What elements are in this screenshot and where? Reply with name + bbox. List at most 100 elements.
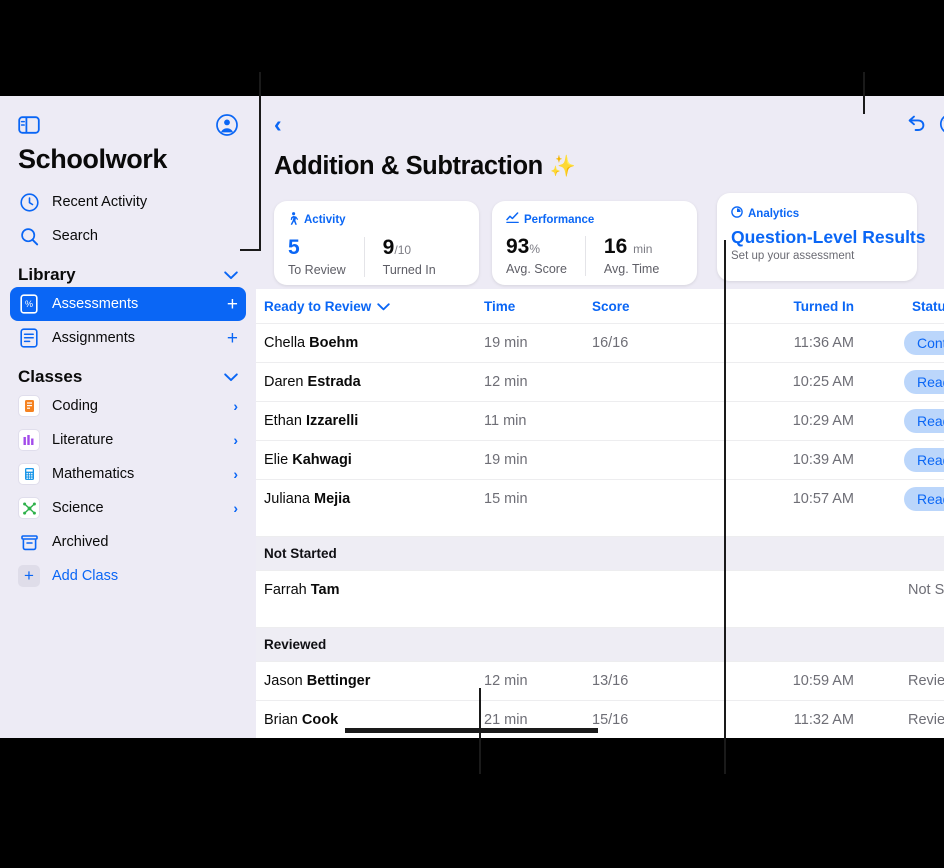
sidebar-item-literature[interactable]: Literature ›: [10, 423, 246, 457]
table-row[interactable]: Farrah Tam Not Started: [256, 570, 944, 609]
filter-icon[interactable]: [933, 107, 944, 141]
add-assessment-icon[interactable]: +: [227, 295, 238, 314]
cell-time: 11 min: [484, 413, 527, 429]
performance-card[interactable]: Performance 93% Avg. Score 16 min Avg. T…: [492, 201, 697, 285]
sidebar-item-label: Mathematics: [52, 466, 135, 482]
account-icon[interactable]: [216, 114, 238, 136]
question-level-results-link[interactable]: Question-Level Results: [731, 227, 926, 248]
table-row[interactable]: Jason Bettinger 12 min 13/16 10:59 AM Re…: [256, 661, 944, 700]
table-header-row: Ready to Review Time Score Turned In Sta…: [256, 289, 944, 323]
main-content: ‹ Addition & Subtraction ✨ Activity 5 To…: [256, 96, 944, 738]
student-last-name: Bettinger: [306, 673, 371, 689]
student-first-name: Daren: [264, 374, 304, 390]
status-badge[interactable]: Ready to Review: [904, 370, 944, 394]
cell-time: 19 min: [484, 452, 528, 468]
table-group-ready-to-review: Chella Boehm 19 min 16/16 11:36 AM Conti…: [256, 323, 944, 518]
stat-value: 9: [382, 236, 395, 259]
activity-card[interactable]: Activity 5 To Review 9/10 Turned In: [274, 201, 479, 285]
student-first-name: Brian: [264, 712, 298, 728]
cell-time: 12 min: [484, 673, 528, 689]
back-button[interactable]: ‹: [268, 112, 288, 136]
cell-turned-in: 11:36 AM: [793, 335, 854, 351]
column-header-status[interactable]: Status: [900, 299, 944, 314]
chevron-down-icon[interactable]: [377, 299, 390, 314]
table-row[interactable]: Elie Kahwagi 19 min 10:39 AM Ready to Re…: [256, 440, 944, 479]
sidebar-item-label: Search: [52, 228, 98, 244]
coding-icon: [18, 395, 40, 417]
status-badge[interactable]: Ready to Review: [904, 487, 944, 511]
chevron-right-icon[interactable]: ›: [233, 500, 238, 516]
chevron-down-icon[interactable]: [224, 367, 238, 387]
cell-turned-in: 10:57 AM: [792, 491, 854, 507]
clock-icon: [18, 191, 40, 213]
sidebar-item-label: Add Class: [52, 568, 119, 584]
cell-status: Ready to Review ›: [900, 370, 944, 394]
student-last-name: Izzarelli: [305, 413, 359, 429]
svg-text:%: %: [25, 299, 33, 309]
sidebar-item-label: Assignments: [52, 330, 136, 346]
sidebar-group-classes[interactable]: Classes: [18, 367, 238, 387]
chevron-down-icon[interactable]: [224, 265, 238, 285]
sidebar-group-label: Classes: [18, 367, 83, 386]
cell-student-name: Chella Boehm: [256, 335, 484, 351]
callout-line-sidebar-divider: [259, 72, 261, 250]
table-row[interactable]: Chella Boehm 19 min 16/16 11:36 AM Conti…: [256, 323, 944, 362]
sidebar-top-bar: [0, 96, 256, 140]
sidebar-item-label: Coding: [52, 398, 98, 414]
literature-icon: [18, 429, 40, 451]
status-badge[interactable]: Ready to Review: [904, 409, 944, 433]
summary-cards: Activity 5 To Review 9/10 Turned In Perf…: [256, 193, 944, 289]
line-chart-icon: [506, 212, 519, 227]
column-header-score[interactable]: Score: [592, 299, 734, 314]
table-row[interactable]: Ethan Izzarelli 11 min 10:29 AM Ready to…: [256, 401, 944, 440]
table-row[interactable]: Daren Estrada 12 min 10:25 AM Ready to R…: [256, 362, 944, 401]
sidebar-group-library[interactable]: Library: [18, 265, 238, 285]
status-text: Reviewed: [908, 673, 944, 689]
cell-turned-in: 11:32 AM: [793, 712, 854, 728]
stat-label: Avg. Score: [506, 262, 567, 276]
performance-card-stats: 93% Avg. Score 16 min Avg. Time: [506, 236, 697, 276]
sidebar-item-search[interactable]: Search: [10, 219, 246, 253]
status-badge[interactable]: Continue Reviewing: [904, 331, 944, 355]
sidebar-item-archived[interactable]: Archived: [10, 525, 246, 559]
cell-student-name: Elie Kahwagi: [256, 452, 484, 468]
undo-icon[interactable]: [899, 107, 933, 141]
analytics-card[interactable]: Analytics Question-Level Results Set up …: [717, 193, 926, 281]
student-last-name: Boehm: [309, 335, 359, 351]
sidebar-item-recent-activity[interactable]: Recent Activity: [10, 185, 246, 219]
sidebar-item-coding[interactable]: Coding ›: [10, 389, 246, 423]
cell-student-name: Jason Bettinger: [256, 673, 484, 689]
mathematics-icon: [18, 463, 40, 485]
sidebar-item-mathematics[interactable]: Mathematics ›: [10, 457, 246, 491]
add-assignment-icon[interactable]: +: [227, 329, 238, 348]
sidebar-toggle-icon[interactable]: [18, 115, 40, 135]
chevron-right-icon[interactable]: ›: [233, 432, 238, 448]
activity-card-stats: 5 To Review 9/10 Turned In: [288, 237, 479, 277]
chevron-right-icon[interactable]: ›: [233, 466, 238, 482]
cell-status: Ready to Review ›: [900, 409, 944, 433]
table-row[interactable]: Juliana Mejia 15 min 10:57 AM Ready to R…: [256, 479, 944, 518]
plus-icon: +: [18, 565, 40, 587]
assignment-icon: [18, 327, 40, 349]
sidebar-item-add-class[interactable]: + Add Class: [10, 559, 246, 593]
column-header-name[interactable]: Ready to Review: [256, 299, 484, 314]
stat-label: Turned In: [382, 263, 436, 277]
sparkles-icon: ✨: [549, 154, 576, 178]
cell-student-name: Brian Cook: [256, 712, 484, 728]
stat-value: 5: [288, 236, 300, 259]
column-header-time[interactable]: Time: [484, 299, 592, 314]
cell-student-name: Juliana Mejia: [256, 491, 484, 507]
chevron-right-icon[interactable]: ›: [900, 231, 905, 248]
column-header-turned-in[interactable]: Turned In: [734, 299, 855, 314]
chevron-right-icon[interactable]: ›: [233, 398, 238, 414]
status-badge[interactable]: Ready to Review: [904, 448, 944, 472]
page-title: Addition & Subtraction ✨: [256, 152, 944, 193]
cell-turned-in: 10:39 AM: [792, 452, 854, 468]
sidebar: Schoolwork Recent Activity Search Librar…: [0, 96, 256, 738]
stat-label: Avg. Time: [603, 262, 660, 276]
sidebar-item-assignments[interactable]: Assignments +: [10, 321, 246, 355]
student-first-name: Juliana: [264, 491, 310, 507]
sidebar-item-science[interactable]: Science ›: [10, 491, 246, 525]
sidebar-item-assessments[interactable]: % Assessments +: [10, 287, 246, 321]
